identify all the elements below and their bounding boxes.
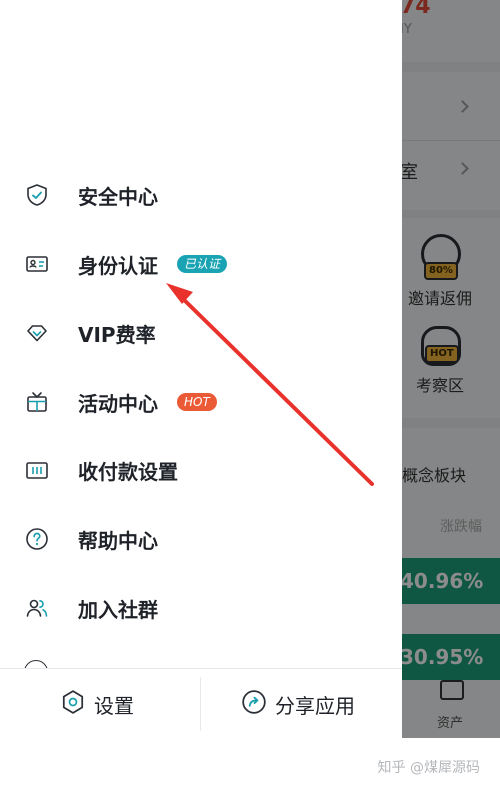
gift-box-icon: [24, 389, 50, 415]
menu-item-label: 收付款设置: [78, 459, 178, 484]
id-card-icon: [24, 251, 50, 277]
menu-item-label: 活动中心: [78, 391, 158, 416]
share-app-button[interactable]: 分享应用: [241, 669, 355, 739]
help-icon: [24, 526, 50, 552]
menu-item-security-center[interactable]: 安全中心: [0, 167, 402, 223]
bottom-divider: [200, 677, 201, 731]
menu-item-payment-settings[interactable]: 收付款设置: [0, 442, 402, 498]
menu-item-label: 身份认证: [78, 253, 158, 278]
share-icon: [241, 689, 267, 719]
diamond-icon: [24, 320, 50, 346]
menu-item-vip-rate[interactable]: VIP费率: [0, 305, 402, 361]
menu-item-label: 帮助中心: [78, 528, 158, 553]
settings-hexagon-icon: [60, 689, 86, 719]
watermark: 知乎 @煤犀源码: [377, 760, 480, 776]
community-icon: [24, 595, 50, 621]
side-drawer: 安全中心 身份认证 已认证 VIP费率 活动中心 HOT 收付款设置 帮助中心: [0, 0, 402, 738]
menu-item-label: 加入社群: [78, 597, 158, 622]
share-label: 分享应用: [275, 693, 355, 718]
menu-item-label: 安全中心: [78, 184, 158, 209]
menu-item-identity-verification[interactable]: 身份认证 已认证: [0, 236, 402, 292]
settings-label: 设置: [94, 693, 134, 718]
verified-badge: 已认证: [177, 255, 228, 273]
menu-item-label: VIP费率: [78, 322, 156, 347]
menu-item-activity-center[interactable]: 活动中心 HOT: [0, 374, 402, 430]
settings-button[interactable]: 设置: [60, 669, 134, 739]
drawer-bottom-bar: 设置 分享应用: [0, 668, 402, 738]
hot-badge: HOT: [177, 393, 217, 411]
menu-item-help-center[interactable]: 帮助中心: [0, 511, 402, 567]
shield-icon: [24, 182, 50, 208]
payment-icon: [24, 457, 50, 483]
menu-item-join-community[interactable]: 加入社群: [0, 580, 402, 636]
